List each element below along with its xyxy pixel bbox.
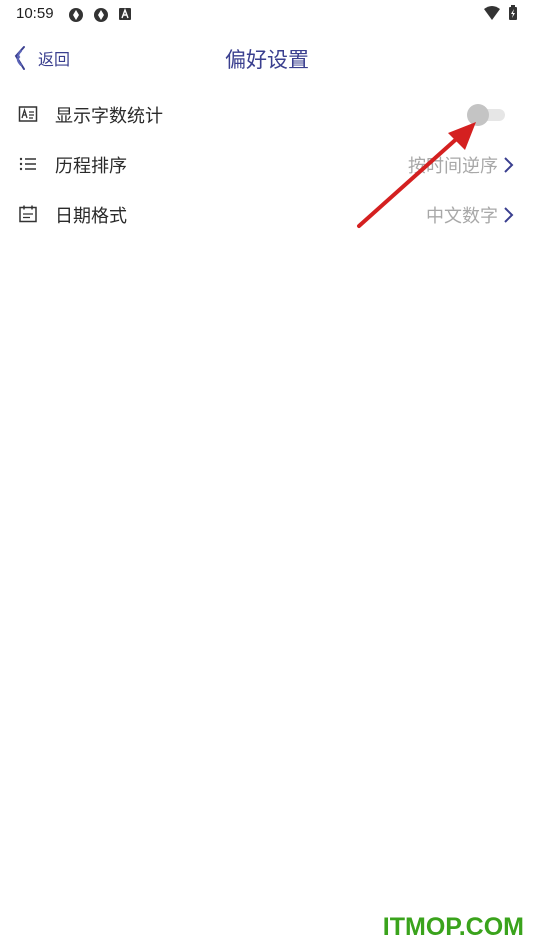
setting-value: 按时间逆序	[408, 156, 498, 177]
sync-icon	[94, 8, 108, 22]
setting-row-word-count[interactable]: 显示字数统计	[0, 94, 534, 134]
chevron-right-icon	[504, 207, 514, 223]
status-bar: 10:59	[0, 0, 534, 28]
header: 返回 偏好设置	[0, 36, 534, 80]
watermark-logo: ITMOP.COM	[382, 913, 524, 941]
chevron-right-icon	[504, 157, 514, 173]
sync-icon	[69, 8, 83, 22]
setting-label: 历程排序	[55, 156, 127, 177]
word-count-icon	[18, 106, 38, 122]
wifi-icon	[484, 6, 500, 20]
status-time: 10:59	[16, 5, 54, 22]
list-icon	[19, 157, 36, 171]
toggle-thumb	[467, 104, 489, 126]
setting-row-history-order[interactable]: 历程排序 按时间逆序	[0, 144, 534, 184]
setting-row-date-format[interactable]: 日期格式 中文数字	[0, 194, 534, 234]
setting-label: 显示字数统计	[55, 106, 163, 127]
setting-label: 日期格式	[55, 206, 127, 227]
a-notification-icon	[119, 8, 131, 20]
calendar-icon	[19, 205, 37, 223]
word-count-toggle[interactable]	[467, 104, 507, 126]
battery-icon	[509, 5, 517, 20]
annotation-arrow	[357, 122, 476, 228]
setting-value: 中文数字	[426, 206, 498, 227]
page-title: 偏好设置	[225, 48, 309, 72]
